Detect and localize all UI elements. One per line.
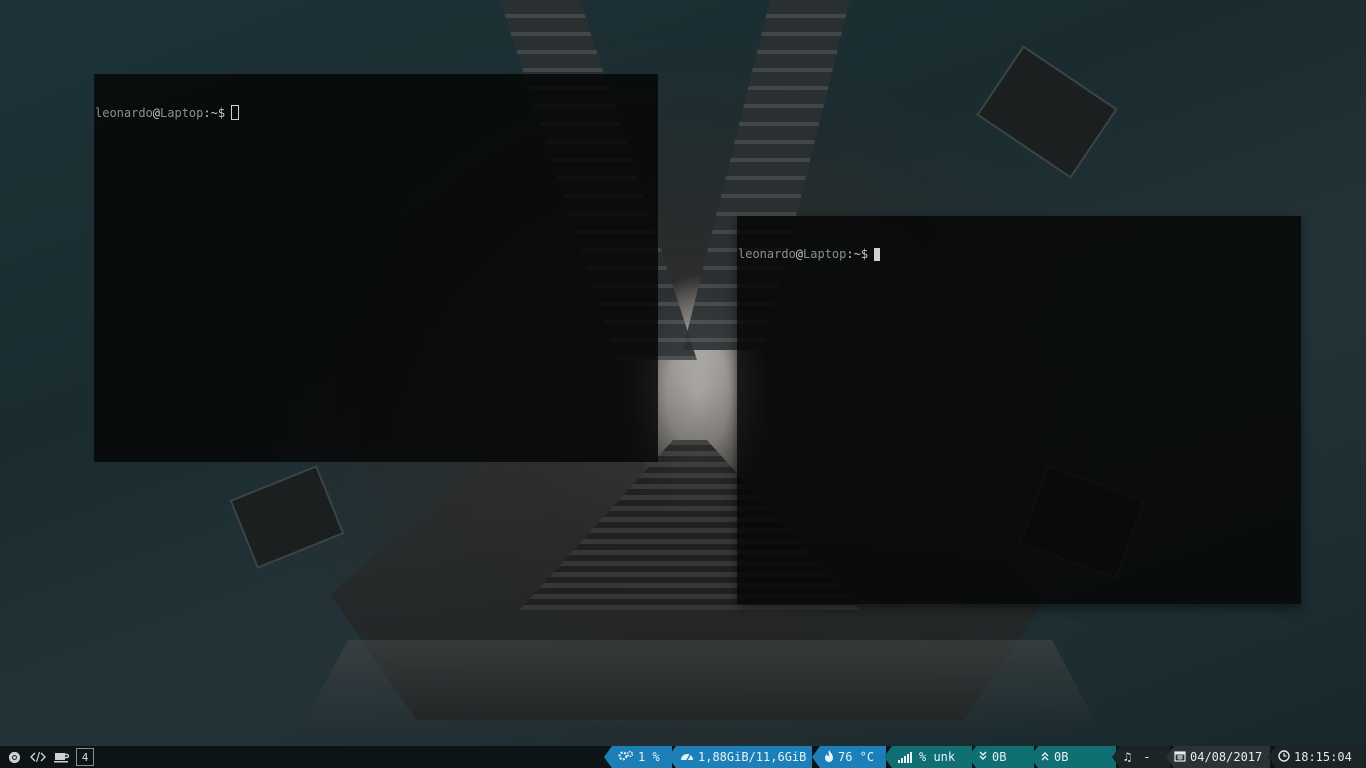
prompt-host: Laptop: [160, 106, 204, 120]
coffee-icon[interactable]: [52, 748, 72, 766]
download-speed: 0B: [992, 750, 1007, 764]
memory-widget: 1,88GiB/11,6GiB: [668, 746, 812, 768]
time-text: 18:15:04: [1294, 750, 1352, 764]
code-icon[interactable]: [28, 748, 48, 766]
clock-icon: [1278, 749, 1290, 765]
workspace-indicator[interactable]: 4: [76, 748, 94, 766]
memory-usage: 1,88GiB/11,6GiB: [698, 750, 807, 764]
fire-icon: [824, 749, 834, 765]
status-bar: 4 1 % 1,88GiB/11,6GiB 76 °C % unk 0B 0B …: [0, 746, 1366, 768]
wallpaper-floor: [300, 640, 1100, 730]
double-chevron-down-icon: [978, 750, 988, 764]
wallpaper-window: [229, 465, 345, 569]
cpu-widget: 1 %: [604, 746, 672, 768]
terminal-window-2[interactable]: leonardo@Laptop:~$: [737, 216, 1301, 604]
signal-icon: [898, 751, 913, 763]
prompt-user: leonardo: [95, 106, 153, 120]
upload-widget: 0B: [1030, 746, 1116, 768]
bar-left-section: 4: [0, 746, 94, 768]
double-chevron-up-icon: [1040, 750, 1050, 764]
wifi-strength: % unk: [919, 750, 956, 764]
terminal-window-1[interactable]: leonardo@Laptop:~$: [94, 74, 658, 462]
prompt-at: @: [152, 106, 161, 120]
time-widget: 18:15:04: [1268, 746, 1366, 768]
music-note-icon: ♫: [1124, 750, 1132, 764]
prompt-path: :~$: [846, 247, 869, 261]
terminal-prompt: leonardo@Laptop:~$: [95, 105, 657, 120]
download-widget: 0B: [968, 746, 1034, 768]
cpu-temperature: 76 °C: [838, 750, 875, 764]
gears-icon: [618, 750, 634, 765]
desktop: leonardo@Laptop:~$ leonardo@Laptop:~$ 4 …: [0, 0, 1366, 768]
date-widget: 04/08/2017: [1166, 746, 1270, 768]
terminal-prompt: leonardo@Laptop:~$: [738, 247, 1300, 261]
dashboard-icon: [680, 750, 694, 765]
prompt-at: @: [795, 247, 804, 261]
cpu-usage: 1 %: [638, 750, 660, 764]
prompt-path: :~$: [203, 106, 226, 120]
terminal-cursor: [874, 248, 881, 261]
wifi-widget: % unk: [884, 746, 972, 768]
prompt-user: leonardo: [738, 247, 796, 261]
date-text: 04/08/2017: [1190, 750, 1263, 764]
temperature-widget: 76 °C: [812, 746, 886, 768]
chrome-icon[interactable]: [4, 748, 24, 766]
music-track: -: [1143, 750, 1151, 764]
prompt-host: Laptop: [803, 247, 847, 261]
music-widget[interactable]: ♫ -: [1112, 746, 1170, 768]
terminal-cursor: [231, 105, 240, 120]
calendar-icon: [1174, 750, 1186, 765]
wallpaper-window: [976, 45, 1118, 179]
upload-speed: 0B: [1054, 750, 1069, 764]
